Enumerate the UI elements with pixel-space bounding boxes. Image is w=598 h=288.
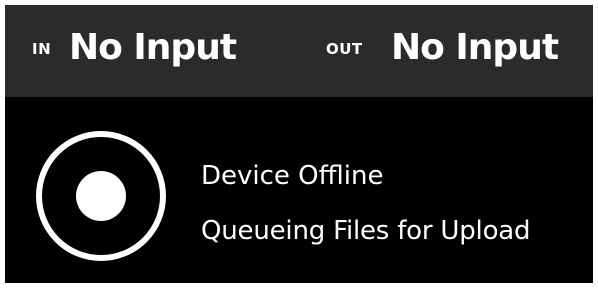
- ring-center-dot: [76, 171, 126, 221]
- device-status-panel: IN No Input OUT No Input Device Offline …: [5, 5, 593, 283]
- input-label: IN: [32, 40, 52, 58]
- io-status-bar: IN No Input OUT No Input: [5, 5, 593, 97]
- status-line-offline: Device Offline: [201, 161, 384, 191]
- input-value: No Input: [69, 27, 237, 68]
- output-label: OUT: [326, 40, 363, 58]
- status-line-queue: Queueing Files for Upload: [201, 216, 531, 246]
- output-value: No Input: [391, 27, 559, 68]
- status-area: Device Offline Queueing Files for Upload: [5, 97, 593, 283]
- record-ring-icon: [36, 131, 166, 261]
